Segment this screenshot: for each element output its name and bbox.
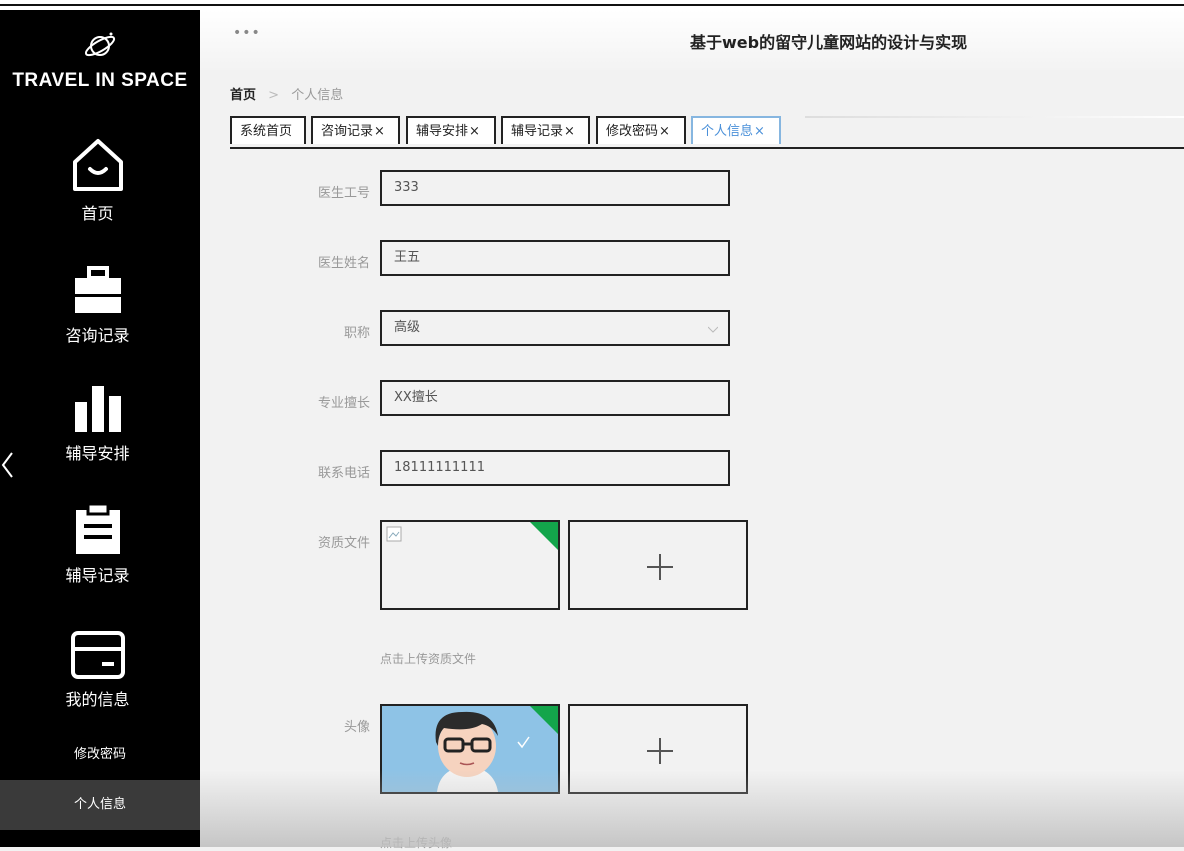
sidebar-item-tutoring-records[interactable]: 辅导记录 — [0, 502, 195, 586]
sidebar-item-label: 咨询记录 — [65, 326, 130, 345]
sidebar-item-label: 辅导记录 — [65, 566, 130, 585]
tab-tutoring-schedule[interactable]: 辅导安排× — [406, 116, 496, 144]
specialty-field[interactable]: XX擅长 — [380, 380, 730, 416]
doctor-id-field[interactable]: 333 — [380, 170, 730, 206]
tab-label: 修改密码 — [606, 124, 659, 139]
logo-text: TRAVEL IN SPACE — [12, 70, 188, 91]
close-icon[interactable]: × — [374, 124, 385, 139]
sidebar-subitem-personal-info[interactable]: 个人信息 — [0, 780, 200, 830]
breadcrumb: 首页 > 个人信息 — [230, 84, 343, 103]
breadcrumb-home[interactable]: 首页 — [230, 88, 256, 103]
sidebar-item-label: 我的信息 — [65, 690, 130, 709]
broken-image-icon — [386, 526, 402, 542]
sidebar-item-label: 辅导安排 — [65, 444, 130, 463]
sidebar-item-home[interactable]: 首页 — [0, 136, 195, 224]
sidebar: TRAVEL IN SPACE 首页 咨询记录 辅导安排 辅导记录 我的信息 修… — [0, 10, 200, 847]
tab-personal-info[interactable]: 个人信息× — [691, 116, 781, 144]
home-icon — [72, 139, 123, 191]
sidebar-item-tutoring-schedule[interactable]: 辅导安排 — [0, 384, 195, 464]
more-icon[interactable]: ••• — [233, 25, 261, 41]
top-border — [0, 0, 1184, 10]
breadcrumb-current: 个人信息 — [291, 88, 344, 103]
briefcase-icon — [74, 266, 121, 313]
close-icon[interactable]: × — [659, 124, 670, 139]
clipboard-icon — [75, 502, 120, 554]
tab-change-password[interactable]: 修改密码× — [596, 116, 686, 144]
qualification-upload-button[interactable] — [568, 520, 748, 610]
qualification-upload-hint: 点击上传资质文件 — [380, 652, 477, 666]
tab-label: 个人信息 — [701, 124, 754, 139]
breadcrumb-separator: > — [268, 88, 280, 103]
close-icon[interactable]: × — [469, 124, 480, 139]
title-label: 职称 — [343, 326, 370, 341]
phone-field[interactable]: 18111111111 — [380, 450, 730, 486]
sidebar-item-my-info[interactable]: 我的信息 — [0, 630, 195, 710]
plus-icon — [647, 554, 673, 580]
avatar-upload-hint: 点击上传头像 — [380, 836, 453, 850]
doctor-name-label: 医生姓名 — [317, 256, 370, 271]
upload-success-badge — [530, 706, 558, 734]
avatar-thumbnail[interactable] — [380, 704, 560, 794]
sidebar-item-consult-records[interactable]: 咨询记录 — [0, 266, 195, 346]
close-icon[interactable]: × — [754, 124, 765, 139]
tab-label: 辅导安排 — [416, 124, 469, 139]
avatar-label: 头像 — [343, 720, 370, 735]
phone-label: 联系电话 — [317, 466, 370, 481]
header: ••• 基于web的留守儿童网站的设计与实现 — [200, 10, 1184, 70]
title-select[interactable]: 高级 — [380, 310, 730, 346]
qualification-thumbnail[interactable] — [380, 520, 560, 610]
planet-icon — [84, 32, 116, 57]
tab-label: 辅导记录 — [511, 124, 564, 139]
doctor-name-field[interactable]: 王五 — [380, 240, 730, 276]
qualification-label: 资质文件 — [317, 536, 370, 551]
doctor-id-label: 医生工号 — [317, 186, 370, 201]
title-select-value: 高级 — [394, 320, 421, 335]
tab-bar: 系统首页 咨询记录× 辅导安排× 辅导记录× 修改密码× 个人信息× — [230, 116, 1184, 150]
bar-chart-icon — [74, 386, 121, 432]
site-title: 基于web的留守儿童网站的设计与实现 — [690, 33, 968, 52]
specialty-label: 专业擅长 — [317, 396, 370, 411]
tab-label: 系统首页 — [240, 124, 293, 139]
tab-tutoring-records[interactable]: 辅导记录× — [501, 116, 590, 144]
card-icon — [70, 631, 125, 679]
logo: TRAVEL IN SPACE — [0, 28, 200, 92]
tab-label: 咨询记录 — [321, 124, 374, 139]
tab-system-home[interactable]: 系统首页 — [230, 116, 306, 144]
tab-consult-records[interactable]: 咨询记录× — [311, 116, 400, 144]
chevron-left-icon[interactable] — [0, 450, 16, 480]
sidebar-item-label: 首页 — [81, 204, 114, 223]
avatar-upload-button[interactable] — [568, 704, 748, 794]
close-icon[interactable]: × — [564, 124, 575, 139]
plus-icon — [647, 738, 673, 764]
upload-success-badge — [530, 522, 558, 550]
sidebar-subitem-change-password[interactable]: 修改密码 — [0, 730, 200, 780]
chevron-down-icon — [708, 326, 718, 333]
